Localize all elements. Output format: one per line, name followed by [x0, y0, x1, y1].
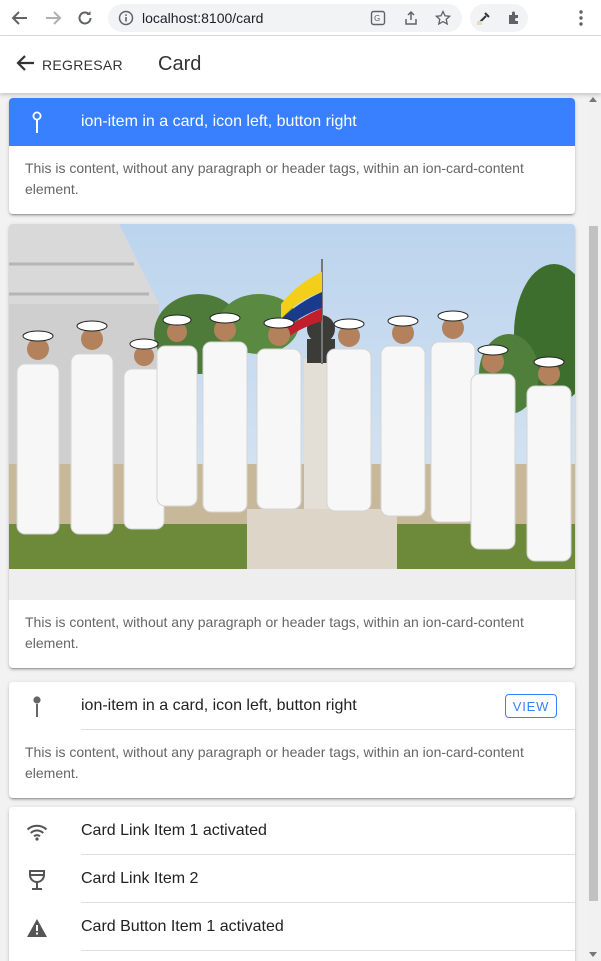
image-card: This is content, without any paragraph o…	[9, 224, 575, 668]
browser-toolbar: localhost:8100/card G	[0, 0, 601, 36]
list-item-label: Card Button Item 1 activated	[81, 918, 284, 935]
back-arrow-icon[interactable]	[9, 7, 31, 29]
translate-icon[interactable]: G	[370, 10, 386, 26]
eyedropper-icon[interactable]	[476, 10, 492, 26]
list-item-label: Card Link Item 1 activated	[81, 822, 267, 839]
list-item-label: Card Link Item 2	[81, 870, 199, 887]
card-photo	[9, 224, 575, 600]
wifi-icon	[26, 821, 48, 843]
content-area[interactable]: ion-item in a card, icon left, button ri…	[0, 93, 586, 961]
card-link-item-2[interactable]: Card Link Item 2	[9, 855, 575, 903]
scrollbar-thumb[interactable]	[589, 226, 598, 901]
pin-icon	[26, 111, 48, 134]
back-button[interactable]: REGRESAR	[14, 52, 123, 78]
extensions-puzzle-icon[interactable]	[506, 10, 522, 26]
card-item-label: ion-item in a card, icon left, button ri…	[81, 113, 357, 130]
svg-text:G: G	[374, 14, 380, 23]
card-item-primary[interactable]: ion-item in a card, icon left, button ri…	[9, 98, 575, 146]
card-button-item-1[interactable]: Card Button Item 1 activated	[9, 903, 575, 951]
card-content: This is content, without any paragraph o…	[25, 614, 524, 651]
card-item-label: ion-item in a card, icon left, button ri…	[81, 697, 357, 714]
card-link-item-1[interactable]: Card Link Item 1 activated	[9, 807, 575, 855]
view-button[interactable]: VIEW	[505, 694, 557, 718]
address-bar[interactable]: localhost:8100/card G	[108, 4, 462, 32]
card-content: This is content, without any paragraph o…	[25, 744, 524, 781]
page-title: Card	[158, 53, 202, 75]
warning-icon	[26, 917, 48, 939]
card-item[interactable]: ion-item in a card, icon left, button ri…	[9, 682, 575, 730]
forward-arrow-icon[interactable]	[42, 7, 64, 29]
extensions-area	[470, 4, 528, 32]
url-text: localhost:8100/card	[142, 10, 264, 26]
bookmark-star-icon[interactable]	[435, 10, 451, 26]
wine-icon	[26, 869, 48, 891]
back-button-label: REGRESAR	[42, 57, 123, 73]
scrollbar[interactable]	[586, 93, 601, 961]
card-item-button-card: ion-item in a card, icon left, button ri…	[9, 682, 575, 798]
list-card: Card Link Item 1 activated Card Link Ite…	[9, 807, 575, 961]
item-divider	[81, 729, 575, 730]
share-icon[interactable]	[403, 10, 419, 26]
scroll-up-arrow-icon[interactable]	[589, 97, 597, 102]
item-divider	[81, 950, 575, 951]
scroll-down-arrow-icon[interactable]	[589, 952, 597, 957]
card-item-card: ion-item in a card, icon left, button ri…	[9, 98, 575, 214]
app-toolbar: REGRESAR Card	[0, 36, 601, 93]
arrow-back-icon	[14, 52, 36, 79]
more-menu-icon[interactable]	[570, 7, 592, 29]
card-content: This is content, without any paragraph o…	[25, 160, 524, 197]
pin-icon	[26, 696, 48, 718]
info-icon[interactable]	[118, 10, 134, 26]
reload-icon[interactable]	[74, 7, 96, 29]
